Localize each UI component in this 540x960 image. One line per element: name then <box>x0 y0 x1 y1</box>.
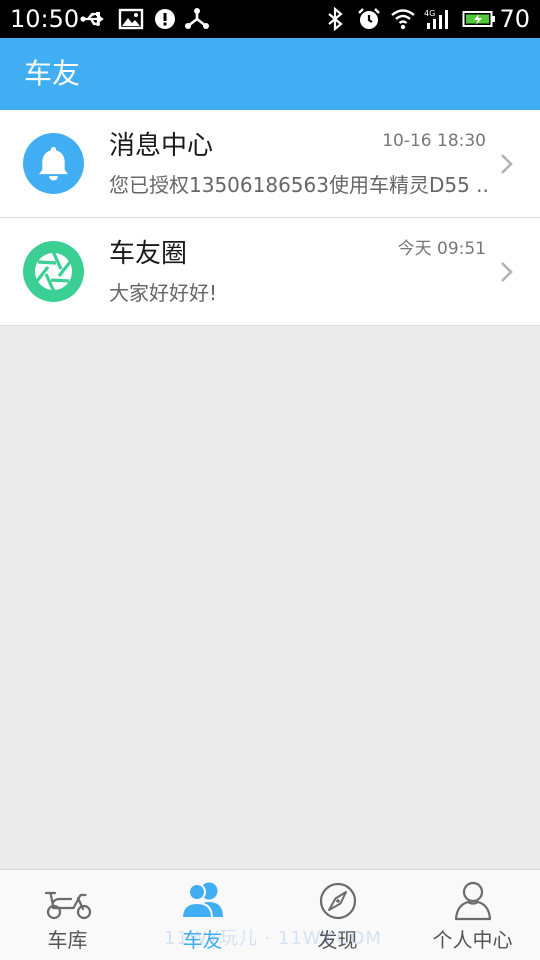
tab-garage[interactable]: 车库 <box>0 870 135 960</box>
compass-icon <box>312 880 364 922</box>
app-header: 车友 <box>0 38 540 110</box>
tab-label: 车友 <box>182 928 223 952</box>
conversation-list: 消息中心 10-16 18:30 您已授权13506186563使用车精灵D55… <box>0 110 540 326</box>
signal-4g-icon: 4G <box>424 7 450 31</box>
share-icon <box>184 7 210 31</box>
conversation-preview: 大家好好好! <box>109 281 218 305</box>
tab-label: 发现 <box>317 928 358 952</box>
chevron-right-icon <box>500 153 514 175</box>
aperture-icon <box>23 241 84 302</box>
tab-profile[interactable]: 个人中心 <box>405 870 540 960</box>
chevron-right-icon <box>500 261 514 283</box>
list-item-message-center[interactable]: 消息中心 10-16 18:30 您已授权13506186563使用车精灵D55… <box>0 110 540 218</box>
bell-icon <box>23 133 84 194</box>
usb-icon <box>80 7 106 31</box>
conversation-title: 车友圈 <box>109 239 188 269</box>
tab-label: 个人中心 <box>432 928 513 952</box>
conversation-time: 今天 09:51 <box>397 239 486 259</box>
person-icon <box>447 880 499 922</box>
friends-icon <box>177 880 229 922</box>
status-time: 10:50 <box>10 5 80 33</box>
list-item-moments[interactable]: 车友圈 今天 09:51 大家好好好! <box>0 218 540 326</box>
svg-text:4G: 4G <box>424 9 435 18</box>
alarm-icon <box>356 7 382 31</box>
conversation-preview: 您已授权13506186563使用车精灵D55 .. <box>109 173 489 197</box>
image-icon <box>118 7 144 31</box>
battery-charging-icon <box>462 7 496 31</box>
app-screen: 10:50 4G 70 车友 消息中心 10-16 18:30 您已授权1350… <box>0 0 540 960</box>
battery-level: 70 <box>499 5 530 33</box>
status-bar: 10:50 4G 70 <box>0 0 540 38</box>
conversation-title: 消息中心 <box>109 131 214 161</box>
tab-label: 车库 <box>47 928 88 952</box>
tab-friends[interactable]: 车友 <box>135 870 270 960</box>
bluetooth-icon <box>322 7 348 31</box>
wifi-icon <box>390 7 416 31</box>
tab-discover[interactable]: 发现 <box>270 870 405 960</box>
conversation-time: 10-16 18:30 <box>382 131 486 151</box>
bottom-tab-bar: 车库 车友 发现 个人中心 <box>0 869 540 960</box>
scooter-icon <box>42 880 94 922</box>
page-title: 车友 <box>24 57 81 90</box>
alert-icon <box>152 7 178 31</box>
